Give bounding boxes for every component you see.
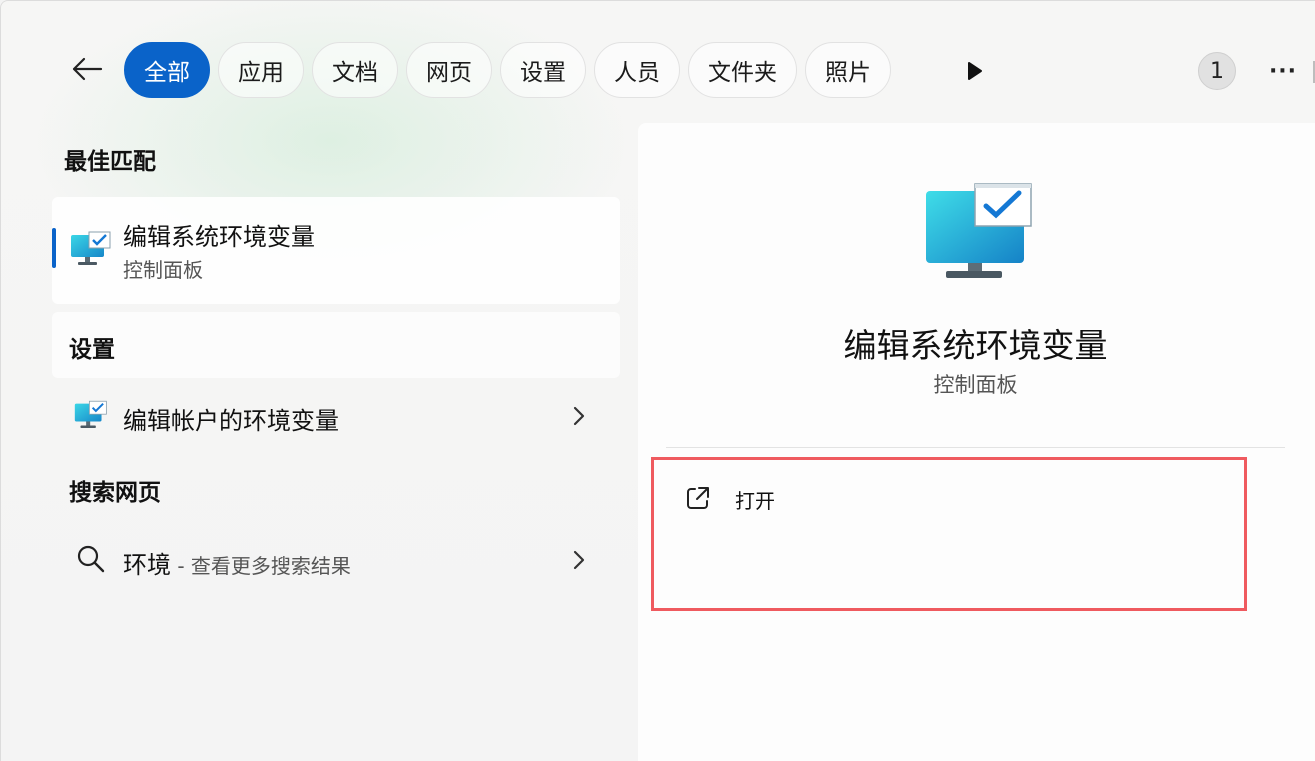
system-monitor-icon bbox=[74, 400, 107, 428]
tab-all[interactable]: 全部 bbox=[124, 42, 210, 98]
best-match-header: 最佳匹配 bbox=[64, 149, 156, 175]
chevron-right-icon bbox=[573, 406, 585, 426]
open-button-label: 打开 bbox=[735, 489, 775, 513]
system-monitor-icon bbox=[71, 231, 111, 265]
chevron-right-icon bbox=[573, 550, 585, 570]
rewards-badge[interactable]: 1 bbox=[1198, 52, 1236, 90]
more-options-button[interactable]: ··· bbox=[1263, 56, 1303, 86]
best-match-subtitle: 控制面板 bbox=[123, 258, 203, 282]
detail-subtitle: 控制面板 bbox=[933, 373, 1018, 397]
filter-tabs: 全部 应用 文档 网页 设置 人员 文件夹 照片 bbox=[124, 42, 891, 98]
settings-section-header: 设置 bbox=[52, 312, 620, 378]
tab-web[interactable]: 网页 bbox=[406, 42, 492, 98]
web-search-suffix: - 查看更多搜索结果 bbox=[171, 554, 351, 578]
web-search-result-item[interactable]: 环境 - 查看更多搜索结果 bbox=[52, 531, 620, 589]
tab-apps[interactable]: 应用 bbox=[218, 42, 304, 98]
back-button[interactable] bbox=[65, 49, 109, 89]
web-search-query: 环境 bbox=[123, 551, 171, 579]
detail-title: 编辑系统环境变量 bbox=[843, 326, 1108, 365]
play-arrow-icon bbox=[968, 62, 982, 80]
best-match-result[interactable]: 编辑系统环境变量 控制面板 bbox=[52, 197, 620, 304]
settings-result-label: 编辑帐户的环境变量 bbox=[123, 407, 339, 435]
tab-people[interactable]: 人员 bbox=[594, 42, 680, 98]
search-icon bbox=[77, 545, 105, 573]
best-match-title: 编辑系统环境变量 bbox=[123, 223, 315, 251]
scrollbar[interactable] bbox=[1307, 61, 1315, 83]
tab-photos[interactable]: 照片 bbox=[805, 42, 891, 98]
open-button[interactable]: 打开 bbox=[669, 474, 929, 522]
selection-indicator bbox=[52, 228, 56, 268]
search-window: 全部 应用 文档 网页 设置 人员 文件夹 照片 1 ··· 最佳匹配 编辑系统… bbox=[0, 0, 1315, 761]
open-external-icon bbox=[687, 487, 709, 509]
system-monitor-large-icon bbox=[926, 183, 1032, 278]
tab-documents[interactable]: 文档 bbox=[312, 42, 398, 98]
web-search-header: 搜索网页 bbox=[69, 480, 161, 506]
settings-section-label: 设置 bbox=[69, 337, 115, 363]
tab-settings[interactable]: 设置 bbox=[500, 42, 586, 98]
back-arrow-icon bbox=[72, 57, 103, 81]
settings-result-item[interactable]: 编辑帐户的环境变量 bbox=[52, 387, 620, 445]
divider bbox=[666, 447, 1285, 448]
web-search-label: 环境 - 查看更多搜索结果 bbox=[123, 545, 351, 580]
more-filters-button[interactable] bbox=[959, 57, 989, 85]
tab-folders[interactable]: 文件夹 bbox=[688, 42, 797, 98]
